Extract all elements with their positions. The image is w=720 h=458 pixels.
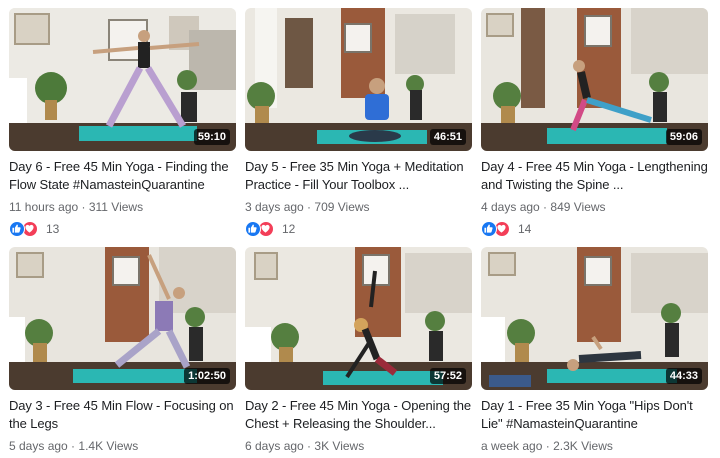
like-icon	[9, 221, 25, 237]
video-card[interactable]: 59:10 Day 6 - Free 45 Min Yoga - Finding…	[9, 8, 236, 237]
video-views: 311 Views	[88, 200, 144, 214]
video-duration: 59:10	[193, 129, 230, 145]
reaction-count: 14	[518, 222, 532, 236]
video-card[interactable]: 59:06 Day 4 - Free 45 Min Yoga - Lengthe…	[481, 8, 708, 237]
reaction-count: 13	[46, 222, 60, 236]
video-thumbnail[interactable]: 46:51	[245, 8, 472, 151]
reaction-count: 12	[282, 222, 296, 236]
meta-separator: ·	[542, 439, 554, 453]
video-duration: 59:06	[665, 129, 702, 145]
video-thumbnail[interactable]: 59:06	[481, 8, 708, 151]
video-views: 2.3K Views	[553, 439, 613, 453]
video-title[interactable]: Day 3 - Free 45 Min Flow - Focusing on t…	[9, 397, 236, 433]
video-card[interactable]: 44:33 Day 1 - Free 35 Min Yoga "Hips Don…	[481, 247, 708, 454]
video-age: 11 hours ago	[9, 200, 79, 214]
video-duration: 44:33	[665, 368, 702, 384]
video-grid: 59:10 Day 6 - Free 45 Min Yoga - Finding…	[0, 0, 720, 458]
video-thumbnail[interactable]: 44:33	[481, 247, 708, 390]
reactions-summary[interactable]: 14	[481, 221, 708, 237]
like-icon	[245, 221, 261, 237]
video-meta: 4 days ago · 849 Views	[481, 199, 708, 215]
like-icon	[481, 221, 497, 237]
video-views: 1.4K Views	[78, 439, 139, 453]
video-age: 3 days ago	[245, 200, 304, 214]
meta-separator: ·	[78, 200, 89, 214]
reactions-summary[interactable]: 12	[245, 221, 472, 237]
video-meta: 3 days ago · 709 Views	[245, 199, 472, 215]
video-age: a week ago	[481, 439, 543, 453]
video-card[interactable]: 1:02:50 Day 3 - Free 45 Min Flow - Focus…	[9, 247, 236, 454]
video-meta: 11 hours ago · 311 Views	[9, 199, 236, 215]
video-title[interactable]: Day 2 - Free 45 Min Yoga - Opening the C…	[245, 397, 472, 433]
video-views: 849 Views	[550, 200, 606, 214]
video-meta: 6 days ago · 3K Views	[245, 438, 472, 454]
video-title[interactable]: Day 4 - Free 45 Min Yoga - Lengthening a…	[481, 158, 708, 194]
video-card[interactable]: 46:51 Day 5 - Free 35 Min Yoga + Meditat…	[245, 8, 472, 237]
video-title[interactable]: Day 5 - Free 35 Min Yoga + Meditation Pr…	[245, 158, 472, 194]
meta-separator: ·	[303, 439, 315, 453]
video-card[interactable]: 57:52 Day 2 - Free 45 Min Yoga - Opening…	[245, 247, 472, 454]
video-duration: 1:02:50	[184, 368, 230, 384]
reactions-summary[interactable]: 13	[9, 221, 236, 237]
video-meta: a week ago · 2.3K Views	[481, 438, 708, 454]
meta-separator: ·	[303, 200, 315, 214]
video-age: 4 days ago	[481, 200, 540, 214]
video-duration: 57:52	[429, 368, 466, 384]
meta-separator: ·	[539, 200, 551, 214]
video-age: 5 days ago	[9, 439, 68, 453]
video-thumbnail[interactable]: 57:52	[245, 247, 472, 390]
video-meta: 5 days ago · 1.4K Views	[9, 438, 236, 454]
video-thumbnail[interactable]: 59:10	[9, 8, 236, 151]
video-duration: 46:51	[429, 129, 466, 145]
video-views: 709 Views	[314, 200, 370, 214]
video-title[interactable]: Day 6 - Free 45 Min Yoga - Finding the F…	[9, 158, 236, 194]
video-thumbnail[interactable]: 1:02:50	[9, 247, 236, 390]
video-title[interactable]: Day 1 - Free 35 Min Yoga "Hips Don't Lie…	[481, 397, 708, 433]
video-views: 3K Views	[314, 439, 365, 453]
meta-separator: ·	[67, 439, 79, 453]
video-age: 6 days ago	[245, 439, 304, 453]
